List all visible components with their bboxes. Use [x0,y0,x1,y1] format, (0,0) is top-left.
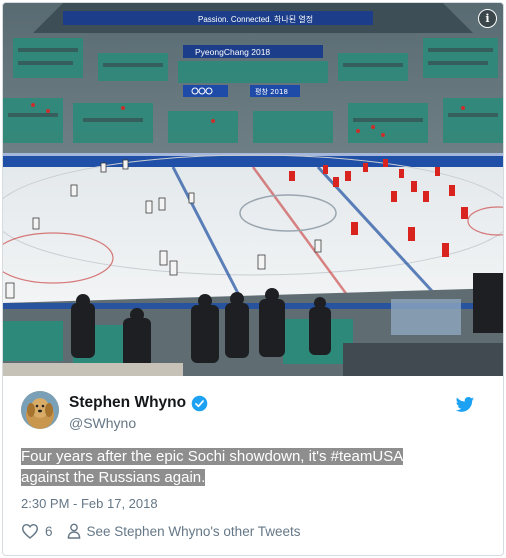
author-block[interactable]: Stephen Whyno @SWhyno [21,391,461,435]
person-icon [67,523,80,539]
author-name-row[interactable]: Stephen Whyno [69,394,208,412]
tweet-text-highlight: Four years after the epic Sochi showdown… [21,448,404,486]
info-icon[interactable]: i [478,9,497,28]
hockey-arena-photo: Passion. Connected. 하나된 열정 PyeongChang 2… [3,3,503,376]
banner-rings-text: 평창 2018 [255,87,288,96]
tweet-card: Passion. Connected. 하나된 열정 PyeongChang 2… [2,2,504,556]
author-handle[interactable]: @SWhyno [69,415,136,431]
banner-top-text: Passion. Connected. 하나된 열정 [198,14,313,24]
banner-mid-text: PyeongChang 2018 [195,47,270,57]
tweet-text: Four years after the epic Sochi showdown… [21,446,441,488]
twitter-bird-icon[interactable] [455,395,475,415]
like-count: 6 [45,523,53,539]
like-action[interactable]: 6 [21,523,53,539]
tweet-photo[interactable]: Passion. Connected. 하나된 열정 PyeongChang 2… [3,3,503,376]
verified-badge-icon [191,395,208,411]
dog-avatar-image [21,391,59,429]
see-other-tweets-label[interactable]: See Stephen Whyno's other Tweets [87,524,301,539]
tweet-actions: 6 See Stephen Whyno's other Tweets [21,523,300,539]
see-other-tweets-link[interactable]: See Stephen Whyno's other Tweets [67,523,301,539]
heart-icon[interactable] [21,523,39,539]
tweet-timestamp[interactable]: 2:30 PM - Feb 17, 2018 [21,496,158,511]
author-name[interactable]: Stephen Whyno [69,394,186,412]
avatar[interactable] [21,391,59,429]
